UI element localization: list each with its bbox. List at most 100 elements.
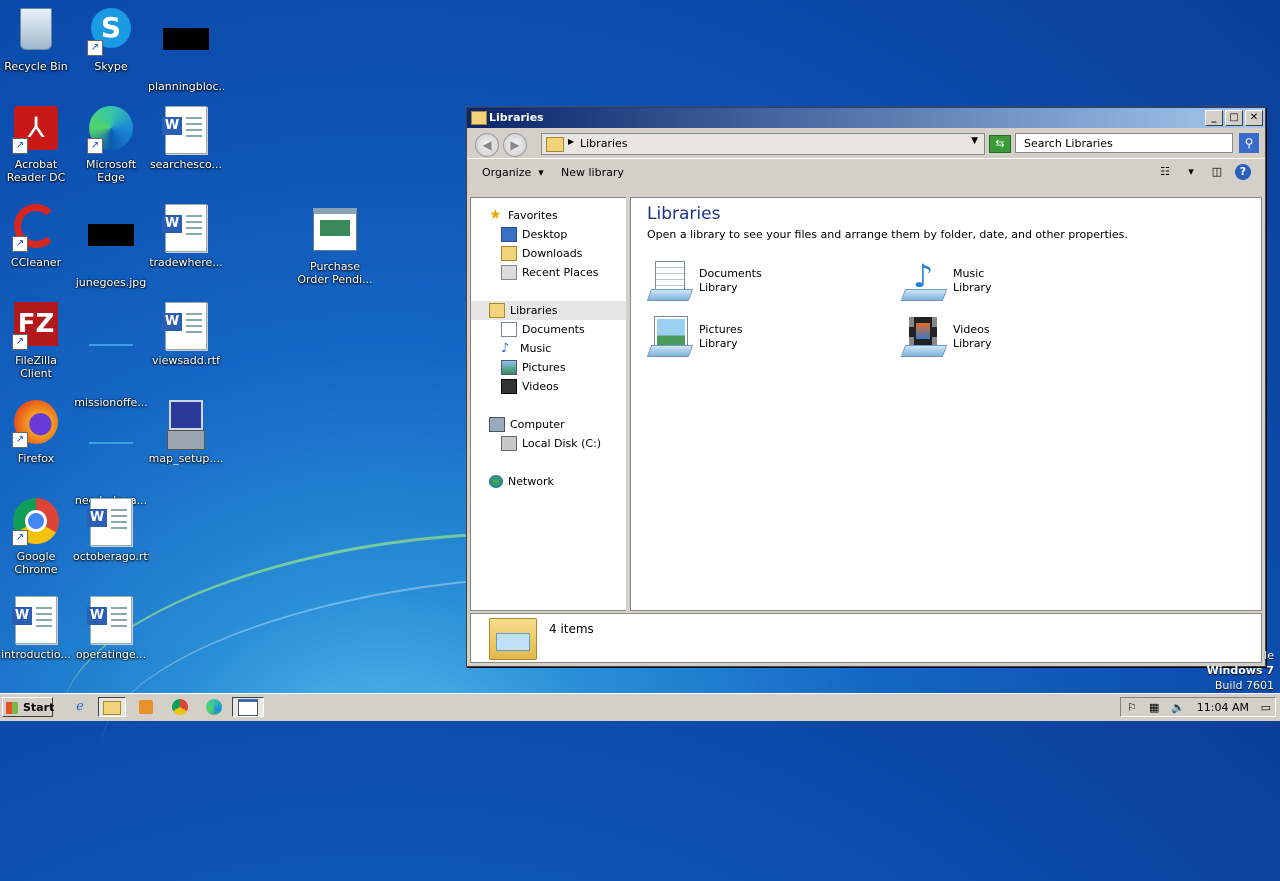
media-player-icon[interactable] — [132, 697, 160, 717]
organize-button[interactable]: Organize ▾ — [482, 166, 544, 179]
desktop-icon-label: introductio... — [1, 648, 71, 661]
library-item-music[interactable]: ♪ Music Library — [900, 258, 1141, 304]
desktop-icon-edge[interactable]: ↗ Microsoft Edge — [73, 106, 149, 184]
app-taskbar-icon[interactable] — [232, 697, 264, 717]
desktop-icon-label: Purchase Order Pendi... — [297, 260, 373, 286]
desktop-icon-planningbloc[interactable]: planningbloc... — [148, 8, 224, 93]
library-name: Music — [953, 267, 985, 280]
internet-explorer-icon[interactable]: ℯ — [66, 697, 94, 717]
explorer-window[interactable]: Libraries _ □ ✕ ◀ ▶ ▶ Libraries ▼ ⇆ Sear… — [466, 107, 1266, 667]
forward-button[interactable]: ▶ — [503, 133, 527, 157]
show-desktop-icon[interactable]: ▭ — [1261, 701, 1271, 714]
title-bar[interactable]: Libraries _ □ ✕ — [467, 108, 1265, 128]
change-view-icon[interactable]: ☷ — [1157, 164, 1173, 180]
nav-item-downloads[interactable]: Downloads — [471, 244, 626, 263]
nav-item-pictures[interactable]: Pictures — [471, 358, 626, 377]
edge-taskbar-icon[interactable] — [200, 697, 228, 717]
nav-label: Computer — [510, 418, 565, 431]
desktop-icon-ccleaner[interactable]: ↗ CCleaner — [0, 204, 74, 269]
library-type: Library — [699, 281, 738, 294]
clock[interactable]: 11:04 AM — [1197, 701, 1249, 714]
app-window-icon — [311, 208, 359, 256]
library-item-pictures[interactable]: Pictures Library — [646, 314, 887, 360]
library-item-videos[interactable]: Videos Library — [900, 314, 1141, 360]
desktop-icon-introductio[interactable]: W introductio... — [0, 596, 74, 661]
library-item-documents[interactable]: Documents Library — [646, 258, 887, 304]
shortcut-arrow-icon: ↗ — [12, 530, 28, 546]
desktop-icon-skype[interactable]: S ↗ Skype — [73, 8, 149, 73]
library-folder-icon — [546, 137, 564, 152]
refresh-button[interactable]: ⇆ — [989, 135, 1011, 153]
desktop-icon-map-setup[interactable]: map_setup.... — [148, 400, 224, 465]
desktop-icon-firefox[interactable]: ↗ Firefox — [0, 400, 74, 465]
windows-build-info: le Windows 7 Build 7601 — [1207, 648, 1274, 693]
desktop-icon-searchesco[interactable]: W searchesco... — [148, 106, 224, 171]
desktop-icon-acrobat[interactable]: ⅄ ↗ Acrobat Reader DC — [0, 106, 74, 184]
chevron-down-icon[interactable]: ▾ — [1183, 164, 1199, 180]
explorer-taskbar-icon[interactable] — [98, 697, 126, 717]
maximize-button[interactable]: □ — [1225, 110, 1243, 126]
nav-item-documents[interactable]: Documents — [471, 320, 626, 339]
nav-item-libraries[interactable]: Libraries — [471, 301, 626, 320]
videos-library-icon — [900, 315, 948, 359]
navigation-pane: ★ Favorites Desktop Downloads Recent Plac… — [470, 197, 626, 611]
network-tray-icon[interactable]: ▦ — [1149, 701, 1159, 714]
start-button[interactable]: Start — [2, 697, 54, 717]
desktop-icon-viewsadd[interactable]: W viewsadd.rtf — [148, 302, 224, 367]
filezilla-icon: FZ ↗ — [12, 302, 60, 350]
desktop-icon-operatinge[interactable]: W operatinge... — [73, 596, 149, 661]
nav-item-music[interactable]: ♪ Music — [471, 339, 626, 358]
address-bar[interactable]: ▶ Libraries ▼ — [541, 133, 985, 155]
documents-icon — [501, 322, 517, 337]
desktop-icon-label: junegoes.jpg — [75, 276, 147, 289]
flag-icon[interactable]: ⚐ — [1127, 701, 1137, 714]
chrome-taskbar-icon[interactable] — [166, 697, 194, 717]
desktop-icon-missionoffe[interactable]: missionoffe... — [73, 302, 149, 409]
preview-pane-icon[interactable]: ◫ — [1209, 164, 1225, 180]
nav-label: Favorites — [508, 209, 558, 222]
desktop-icon-label: Microsoft Edge — [85, 158, 137, 184]
skype-icon: S ↗ — [87, 8, 135, 56]
chevron-down-icon[interactable]: ▼ — [971, 136, 978, 146]
navigation-bar: ◀ ▶ ▶ Libraries ▼ ⇆ Search Libraries ⚲ — [467, 128, 1265, 158]
breadcrumb-arrow-icon[interactable]: ▶ — [568, 137, 574, 146]
ccleaner-icon: ↗ — [12, 204, 60, 252]
close-button[interactable]: ✕ — [1245, 110, 1263, 126]
desktop-icon-label: tradewhere... — [149, 256, 223, 269]
search-input[interactable]: Search Libraries — [1015, 133, 1233, 153]
star-icon: ★ — [489, 207, 502, 223]
command-bar: Organize ▾ New library ☷ ▾ ◫ ? — [467, 158, 1265, 187]
new-library-button[interactable]: New library — [561, 166, 624, 179]
nav-item-favorites[interactable]: ★ Favorites — [471, 206, 626, 225]
edge-icon: ↗ — [87, 106, 135, 154]
chrome-icon: ↗ — [12, 498, 60, 546]
volume-icon[interactable]: 🔈 — [1171, 701, 1185, 714]
nav-item-recent-places[interactable]: Recent Places — [471, 263, 626, 282]
search-icon[interactable]: ⚲ — [1239, 133, 1259, 153]
desktop-icon-recycle-bin[interactable]: Recycle Bin — [0, 8, 74, 73]
minimize-button[interactable]: _ — [1205, 110, 1223, 126]
desktop-icon-chrome[interactable]: ↗ Google Chrome — [0, 498, 74, 576]
back-button[interactable]: ◀ — [475, 133, 499, 157]
desktop-icon-junegoes[interactable]: junegoes.jpg — [73, 204, 149, 289]
desktop-icon-octoberago[interactable]: W octoberago.rtf — [73, 498, 149, 563]
system-tray: ⚐ ▦ 🔈 11:04 AM ▭ — [1120, 697, 1276, 717]
installer-icon — [162, 400, 210, 450]
music-note-icon: ♪ — [501, 341, 510, 356]
help-icon[interactable]: ? — [1235, 164, 1251, 180]
nav-label: Downloads — [522, 247, 583, 260]
nav-item-network[interactable]: Network — [471, 472, 626, 491]
desktop-icon-tradewhere[interactable]: W tradewhere... — [148, 204, 224, 269]
nav-label: Videos — [522, 380, 559, 393]
desktop-icon-filezilla[interactable]: FZ ↗ FileZilla Client — [0, 302, 74, 380]
nav-item-computer[interactable]: Computer — [471, 415, 626, 434]
nav-item-local-disk[interactable]: Local Disk (C:) — [471, 434, 626, 453]
nav-label: Network — [508, 475, 554, 488]
desktop-icon-label: Google Chrome — [14, 550, 58, 576]
breadcrumb[interactable]: Libraries — [580, 137, 628, 150]
desktop-icon-purchase-order[interactable]: Purchase Order Pendi... — [297, 204, 373, 286]
content-pane: Libraries Open a library to see your fil… — [630, 197, 1262, 611]
nav-item-videos[interactable]: Videos — [471, 377, 626, 396]
desktop-icon-neededne[interactable]: neededneа... — [73, 400, 149, 507]
nav-item-desktop[interactable]: Desktop — [471, 225, 626, 244]
